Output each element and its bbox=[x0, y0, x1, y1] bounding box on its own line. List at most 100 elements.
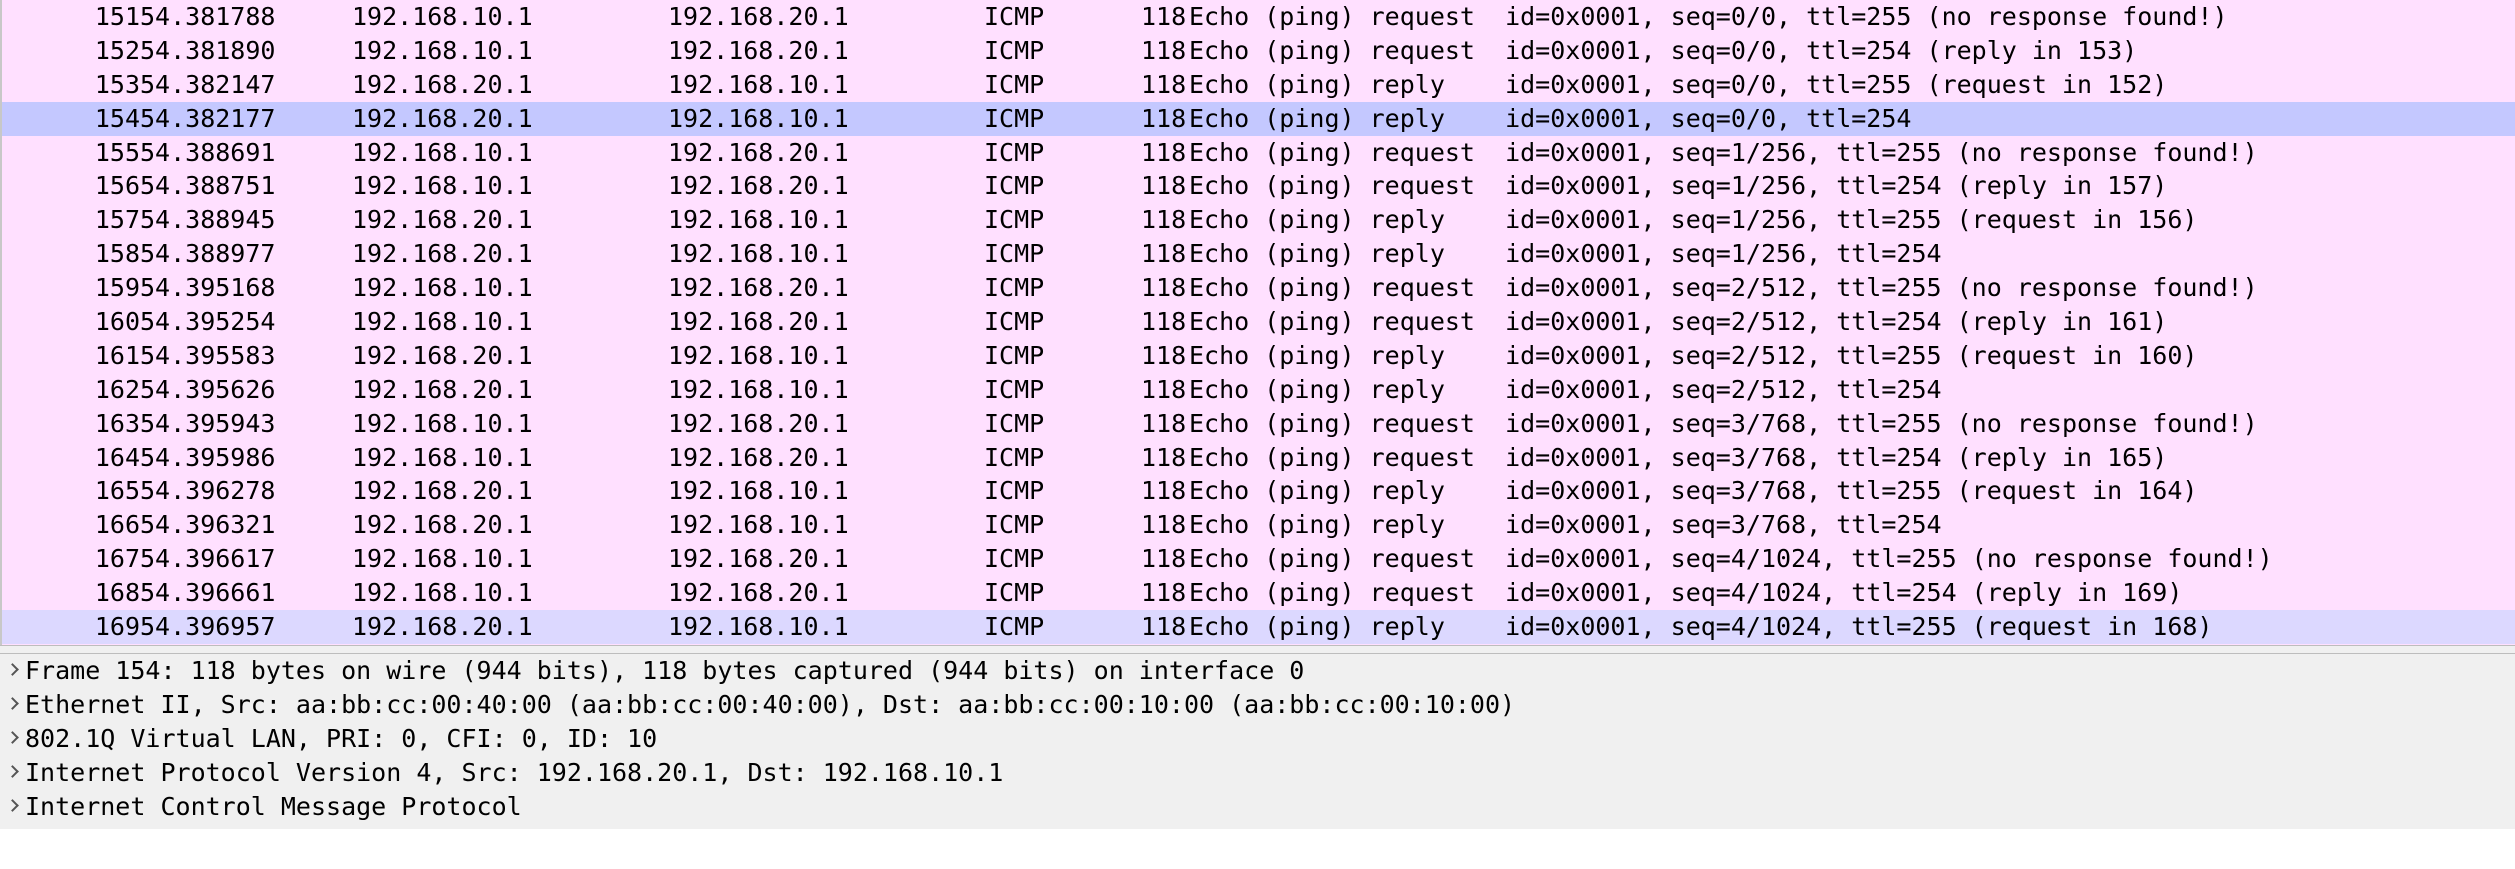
packet-row[interactable]: 162 54.395626 192.168.20.1 192.168.10.1 … bbox=[2, 372, 2515, 407]
packet-length: 118 bbox=[1141, 171, 1187, 201]
packet-length: 118 bbox=[1141, 408, 1187, 438]
chevron-right-icon[interactable] bbox=[6, 790, 20, 824]
detail-item-label: 802.1Q Virtual LAN, PRI: 0, CFI: 0, ID: … bbox=[25, 724, 658, 753]
packet-row[interactable]: 157 54.388945 192.168.20.1 192.168.10.1 … bbox=[2, 203, 2515, 238]
packet-time: 54.388945 bbox=[140, 205, 276, 235]
packet-length: 118 bbox=[1141, 69, 1187, 99]
detail-item-ipv4[interactable]: Internet Protocol Version 4, Src: 192.16… bbox=[0, 756, 2515, 790]
packet-protocol: ICMP bbox=[984, 544, 1045, 574]
packet-source: 192.168.20.1 bbox=[352, 374, 533, 404]
packet-row[interactable]: 155 54.388691 192.168.10.1 192.168.20.1 … bbox=[2, 135, 2515, 170]
detail-item-vlan[interactable]: 802.1Q Virtual LAN, PRI: 0, CFI: 0, ID: … bbox=[0, 722, 2515, 756]
packet-time: 54.388977 bbox=[140, 239, 276, 269]
packet-info: Echo (ping) reply id=0x0001, seq=3/768, … bbox=[1189, 476, 2198, 506]
packet-protocol: ICMP bbox=[984, 408, 1045, 438]
packet-number: 164 bbox=[94, 442, 140, 472]
wireshark-window: 151 54.381788 192.168.10.1 192.168.20.1 … bbox=[0, 0, 2515, 869]
packet-row[interactable]: 165 54.396278 192.168.20.1 192.168.10.1 … bbox=[2, 474, 2515, 509]
packet-length: 118 bbox=[1141, 307, 1187, 337]
packet-destination: 192.168.20.1 bbox=[668, 35, 849, 65]
packet-source: 192.168.20.1 bbox=[352, 103, 533, 133]
packet-row[interactable]: 166 54.396321 192.168.20.1 192.168.10.1 … bbox=[2, 508, 2515, 543]
packet-info: Echo (ping) request id=0x0001, seq=0/0, … bbox=[1189, 35, 2138, 65]
packet-number: 161 bbox=[94, 340, 140, 370]
packet-row[interactable]: 152 54.381890 192.168.10.1 192.168.20.1 … bbox=[2, 33, 2515, 68]
packet-length: 118 bbox=[1141, 273, 1187, 303]
packet-info: Echo (ping) reply id=0x0001, seq=1/256, … bbox=[1189, 239, 1942, 269]
detail-item-icmp[interactable]: Internet Control Message Protocol bbox=[0, 790, 2515, 824]
packet-info: Echo (ping) reply id=0x0001, seq=0/0, tt… bbox=[1189, 69, 2168, 99]
packet-number: 154 bbox=[94, 103, 140, 133]
packet-row[interactable]: 151 54.381788 192.168.10.1 192.168.20.1 … bbox=[2, 0, 2515, 34]
detail-item-label: Frame 154: 118 bytes on wire (944 bits),… bbox=[25, 656, 1305, 685]
chevron-right-icon[interactable] bbox=[6, 756, 20, 790]
packet-info: Echo (ping) request id=0x0001, seq=0/0, … bbox=[1189, 2, 2228, 31]
packet-source: 192.168.20.1 bbox=[352, 476, 533, 506]
packet-info: Echo (ping) request id=0x0001, seq=1/256… bbox=[1189, 171, 2168, 201]
packet-time: 54.381788 bbox=[140, 2, 276, 31]
packet-length: 118 bbox=[1141, 340, 1187, 370]
packet-time: 54.395583 bbox=[140, 340, 276, 370]
packet-row[interactable]: 158 54.388977 192.168.20.1 192.168.10.1 … bbox=[2, 237, 2515, 272]
packet-protocol: ICMP bbox=[984, 35, 1045, 65]
packet-time: 54.396957 bbox=[140, 612, 276, 642]
detail-item-label: Internet Control Message Protocol bbox=[25, 792, 522, 821]
packet-length: 118 bbox=[1141, 374, 1187, 404]
packet-length: 118 bbox=[1141, 137, 1187, 167]
packet-destination: 192.168.10.1 bbox=[668, 374, 849, 404]
packet-time: 54.395626 bbox=[140, 374, 276, 404]
packet-protocol: ICMP bbox=[984, 171, 1045, 201]
packet-time: 54.388751 bbox=[140, 171, 276, 201]
packet-row[interactable]: 159 54.395168 192.168.10.1 192.168.20.1 … bbox=[2, 271, 2515, 306]
packet-row[interactable]: 163 54.395943 192.168.10.1 192.168.20.1 … bbox=[2, 406, 2515, 441]
packet-row[interactable]: 167 54.396617 192.168.10.1 192.168.20.1 … bbox=[2, 542, 2515, 577]
packet-row[interactable]: 164 54.395986 192.168.10.1 192.168.20.1 … bbox=[2, 440, 2515, 475]
packet-protocol: ICMP bbox=[984, 612, 1045, 642]
packet-list[interactable]: 151 54.381788 192.168.10.1 192.168.20.1 … bbox=[0, 0, 2515, 645]
packet-destination: 192.168.20.1 bbox=[668, 307, 849, 337]
packet-destination: 192.168.20.1 bbox=[668, 171, 849, 201]
packet-details-pane[interactable]: Frame 154: 118 bytes on wire (944 bits),… bbox=[0, 654, 2515, 829]
pane-splitter[interactable] bbox=[0, 645, 2515, 654]
packet-number: 156 bbox=[94, 171, 140, 201]
packet-length: 118 bbox=[1141, 510, 1187, 540]
packet-time: 54.381890 bbox=[140, 35, 276, 65]
detail-item-frame[interactable]: Frame 154: 118 bytes on wire (944 bits),… bbox=[0, 654, 2515, 688]
packet-length: 118 bbox=[1141, 2, 1187, 31]
packet-number: 152 bbox=[94, 35, 140, 65]
packet-length: 118 bbox=[1141, 35, 1187, 65]
packet-source: 192.168.10.1 bbox=[352, 307, 533, 337]
packet-row[interactable]: 156 54.388751 192.168.10.1 192.168.20.1 … bbox=[2, 169, 2515, 204]
packet-info: Echo (ping) reply id=0x0001, seq=1/256, … bbox=[1189, 205, 2198, 235]
packet-source: 192.168.20.1 bbox=[352, 69, 533, 99]
packet-number: 159 bbox=[94, 273, 140, 303]
packet-number: 160 bbox=[94, 307, 140, 337]
packet-info: Echo (ping) reply id=0x0001, seq=0/0, tt… bbox=[1189, 103, 1912, 133]
packet-protocol: ICMP bbox=[984, 205, 1045, 235]
packet-source: 192.168.20.1 bbox=[352, 340, 533, 370]
packet-protocol: ICMP bbox=[984, 103, 1045, 133]
packet-destination: 192.168.10.1 bbox=[668, 103, 849, 133]
packet-protocol: ICMP bbox=[984, 578, 1045, 608]
chevron-right-icon[interactable] bbox=[6, 722, 20, 756]
packet-destination: 192.168.20.1 bbox=[668, 273, 849, 303]
packet-source: 192.168.10.1 bbox=[352, 35, 533, 65]
chevron-right-icon[interactable] bbox=[6, 654, 20, 688]
packet-time: 54.382147 bbox=[140, 69, 276, 99]
packet-row[interactable]: 169 54.396957 192.168.20.1 192.168.10.1 … bbox=[2, 610, 2515, 644]
packet-protocol: ICMP bbox=[984, 2, 1045, 31]
packet-info: Echo (ping) request id=0x0001, seq=1/256… bbox=[1189, 137, 2258, 167]
packet-protocol: ICMP bbox=[984, 340, 1045, 370]
packet-destination: 192.168.20.1 bbox=[668, 408, 849, 438]
packet-info: Echo (ping) request id=0x0001, seq=2/512… bbox=[1189, 307, 2168, 337]
detail-item-ethernet[interactable]: Ethernet II, Src: aa:bb:cc:00:40:00 (aa:… bbox=[0, 688, 2515, 722]
packet-row-selected[interactable]: 154 54.382177 192.168.20.1 192.168.10.1 … bbox=[2, 101, 2515, 136]
packet-row[interactable]: 153 54.382147 192.168.20.1 192.168.10.1 … bbox=[2, 67, 2515, 102]
bytes-pane-empty bbox=[0, 829, 2515, 869]
packet-row[interactable]: 161 54.395583 192.168.20.1 192.168.10.1 … bbox=[2, 338, 2515, 373]
packet-row[interactable]: 168 54.396661 192.168.10.1 192.168.20.1 … bbox=[2, 576, 2515, 611]
chevron-right-icon[interactable] bbox=[6, 688, 20, 722]
packet-number: 151 bbox=[94, 2, 140, 31]
packet-info: Echo (ping) reply id=0x0001, seq=4/1024,… bbox=[1189, 612, 2213, 642]
packet-row[interactable]: 160 54.395254 192.168.10.1 192.168.20.1 … bbox=[2, 305, 2515, 339]
